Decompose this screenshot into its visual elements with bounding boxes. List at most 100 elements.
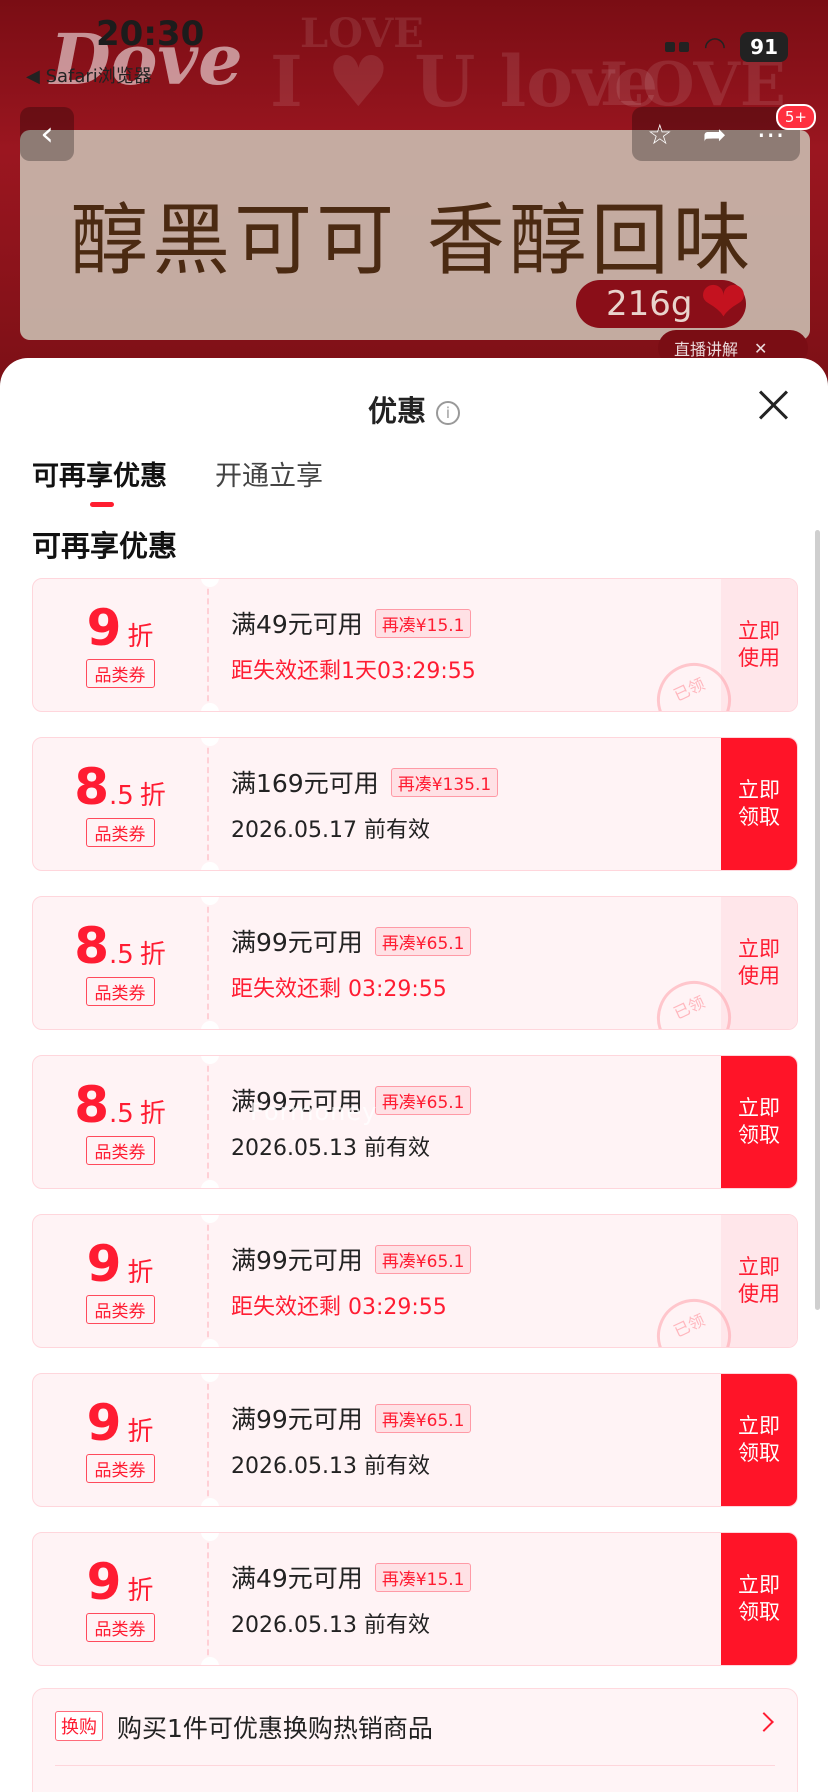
wifi-icon: ◠ [703, 32, 727, 62]
scrollbar[interactable] [815, 530, 820, 1310]
tab-available-discounts[interactable]: 可再享优惠 [32, 454, 167, 507]
discount-major: 9 [86, 1552, 122, 1611]
discount-unit: 折 [139, 939, 166, 970]
category-tag: 品类券 [85, 817, 155, 847]
action-label: 立即 领取 [738, 1413, 780, 1465]
coupon-list: 9 折 品类券 满49元可用 再凑¥15.1 距失效还剩1天03:29:55 立… [32, 578, 798, 1691]
heart-icon: ❤ [700, 270, 747, 335]
discount-unit: 折 [127, 1257, 154, 1288]
top-up-tag: 再凑¥135.1 [390, 767, 499, 797]
category-tag: 品类券 [85, 1135, 155, 1165]
status-time: 20:30 [96, 14, 205, 54]
coupon-discount: 9 折 品类券 [33, 1374, 209, 1506]
chevron-left-icon: ‹ [40, 114, 54, 154]
claim-now-button[interactable]: 立即 领取 [721, 1533, 797, 1665]
banner-slogan: 醇黑可可 香醇回味 [70, 196, 755, 286]
back-button[interactable]: ‹ [20, 107, 74, 161]
coupon-card[interactable]: 8 .5 折 品类券 满99元可用 再凑¥65.1 距失效还剩 03:29:55… [32, 896, 798, 1030]
sheet-title: 优惠 i [0, 388, 828, 430]
discount-value: 9 折 [87, 1398, 154, 1448]
coupon-condition: 满169元可用 [231, 769, 379, 798]
coupon-validity: 2026.05.13 前有效 [231, 1454, 430, 1479]
action-label: 立即 使用 [738, 618, 780, 670]
coupon-discount: 8 .5 折 品类券 [33, 738, 209, 870]
live-label: 直播讲解 [674, 340, 739, 359]
discount-minor: .5 [108, 939, 134, 970]
coupon-card[interactable]: 9 折 品类券 满99元可用 再凑¥65.1 距失效还剩 03:29:55 立即… [32, 1214, 798, 1348]
signal-icon [665, 42, 690, 52]
coupon-card[interactable]: 8 .5 折 品类券 满99元可用 再凑¥65.1 2026.05.13 前有效… [32, 1055, 798, 1189]
coupon-discount: 8 .5 折 品类券 [33, 897, 209, 1029]
close-icon[interactable] [756, 388, 790, 422]
coupon-validity: 2026.05.13 前有效 [231, 1613, 430, 1638]
condition-row: 满99元可用 再凑¥65.1 [231, 923, 721, 959]
top-up-tag: 再凑¥15.1 [374, 1562, 472, 1592]
section-title: 可再享优惠 [32, 529, 178, 563]
action-label: 立即 使用 [738, 1254, 780, 1306]
exchange-tag: 换购 [55, 1711, 103, 1741]
claim-now-button[interactable]: 立即 领取 [721, 1056, 797, 1188]
coupon-condition: 满99元可用 [231, 928, 363, 957]
coupon-card[interactable]: 9 折 品类券 满99元可用 再凑¥65.1 2026.05.13 前有效 立即… [32, 1373, 798, 1507]
star-icon[interactable]: ☆ [647, 118, 672, 151]
exchange-text: 购买1件可优惠换购热销商品 [117, 1714, 433, 1743]
coupon-info: 满169元可用 再凑¥135.1 2026.05.17 前有效 [209, 738, 721, 870]
watermark: Formoney [250, 1098, 378, 1126]
discount-value: 9 折 [87, 1239, 154, 1289]
top-up-tag: 再凑¥65.1 [374, 926, 472, 956]
coupon-validity: 距失效还剩1天03:29:55 [231, 659, 476, 684]
category-tag: 品类券 [85, 658, 155, 688]
use-now-button[interactable]: 立即 使用 [721, 1215, 797, 1347]
top-up-tag: 再凑¥65.1 [374, 1403, 472, 1433]
discount-unit: 折 [127, 1416, 154, 1447]
coupon-card[interactable]: 8 .5 折 品类券 满169元可用 再凑¥135.1 2026.05.17 前… [32, 737, 798, 871]
category-tag: 品类券 [85, 1294, 155, 1324]
status-indicators: ◠ 91 [665, 32, 788, 62]
discount-sheet: 优惠 i 可再享优惠 开通立享 可再享优惠 9 折 品类券 满49元可用 再凑¥1… [0, 358, 828, 1792]
discount-minor: .5 [108, 1098, 134, 1129]
use-now-button[interactable]: 立即 使用 [721, 897, 797, 1029]
tab-bar: 可再享优惠 开通立享 [32, 454, 323, 507]
coupon-card[interactable]: 9 折 品类券 满49元可用 再凑¥15.1 2026.05.13 前有效 立即… [32, 1532, 798, 1666]
share-icon[interactable]: ➦ [703, 118, 726, 151]
coupon-info: 满99元可用 再凑¥65.1 2026.05.13 前有效 [209, 1374, 721, 1506]
category-tag: 品类券 [85, 1453, 155, 1483]
discount-value: 8 .5 折 [74, 921, 166, 971]
battery-indicator: 91 [740, 32, 788, 62]
product-banner: LOVE I ♥ U love LOVE Dove 醇黑可可 香醇回味 216g… [0, 0, 828, 380]
coupon-validity: 距失效还剩 03:29:55 [231, 977, 447, 1002]
tab-activate-now[interactable]: 开通立享 [215, 454, 323, 493]
action-label: 立即 使用 [738, 936, 780, 988]
coupon-condition: 满49元可用 [231, 610, 363, 639]
divider [55, 1765, 775, 1766]
claim-now-button[interactable]: 立即 领取 [721, 738, 797, 870]
coupon-card[interactable]: 9 折 品类券 满49元可用 再凑¥15.1 距失效还剩1天03:29:55 立… [32, 578, 798, 712]
discount-unit: 折 [127, 1575, 154, 1606]
discount-major: 9 [86, 1393, 122, 1452]
chevron-right-icon [754, 1712, 774, 1732]
exchange-offer[interactable]: 换购 购买1件可优惠换购热销商品 [32, 1688, 798, 1792]
claim-now-button[interactable]: 立即 领取 [721, 1374, 797, 1506]
coupon-condition: 满99元可用 [231, 1246, 363, 1275]
coupon-discount: 8 .5 折 品类券 [33, 1056, 209, 1188]
action-label: 立即 领取 [738, 1572, 780, 1624]
discount-value: 8 .5 折 [74, 762, 166, 812]
condition-row: 满49元可用 再凑¥15.1 [231, 605, 721, 641]
discount-major: 8 [74, 916, 109, 975]
use-now-button[interactable]: 立即 使用 [721, 579, 797, 711]
close-live-icon[interactable]: ✕ [754, 339, 767, 358]
discount-major: 8 [74, 757, 109, 816]
coupon-discount: 9 折 品类券 [33, 579, 209, 711]
discount-major: 8 [74, 1075, 109, 1134]
info-icon[interactable]: i [436, 401, 460, 425]
sheet-title-text: 优惠 [367, 394, 426, 428]
coupon-discount: 9 折 品类券 [33, 1533, 209, 1665]
discount-unit: 折 [139, 780, 166, 811]
condition-row: 满99元可用 再凑¥65.1 [231, 1241, 721, 1277]
coupon-validity: 2026.05.13 前有效 [231, 1136, 430, 1161]
discount-major: 9 [86, 598, 122, 657]
back-to-app-link[interactable]: ◀ Safari浏览器 [26, 62, 152, 88]
condition-row: 满99元可用 再凑¥65.1 [231, 1400, 721, 1436]
discount-value: 9 折 [87, 603, 154, 653]
discount-major: 9 [86, 1234, 122, 1293]
